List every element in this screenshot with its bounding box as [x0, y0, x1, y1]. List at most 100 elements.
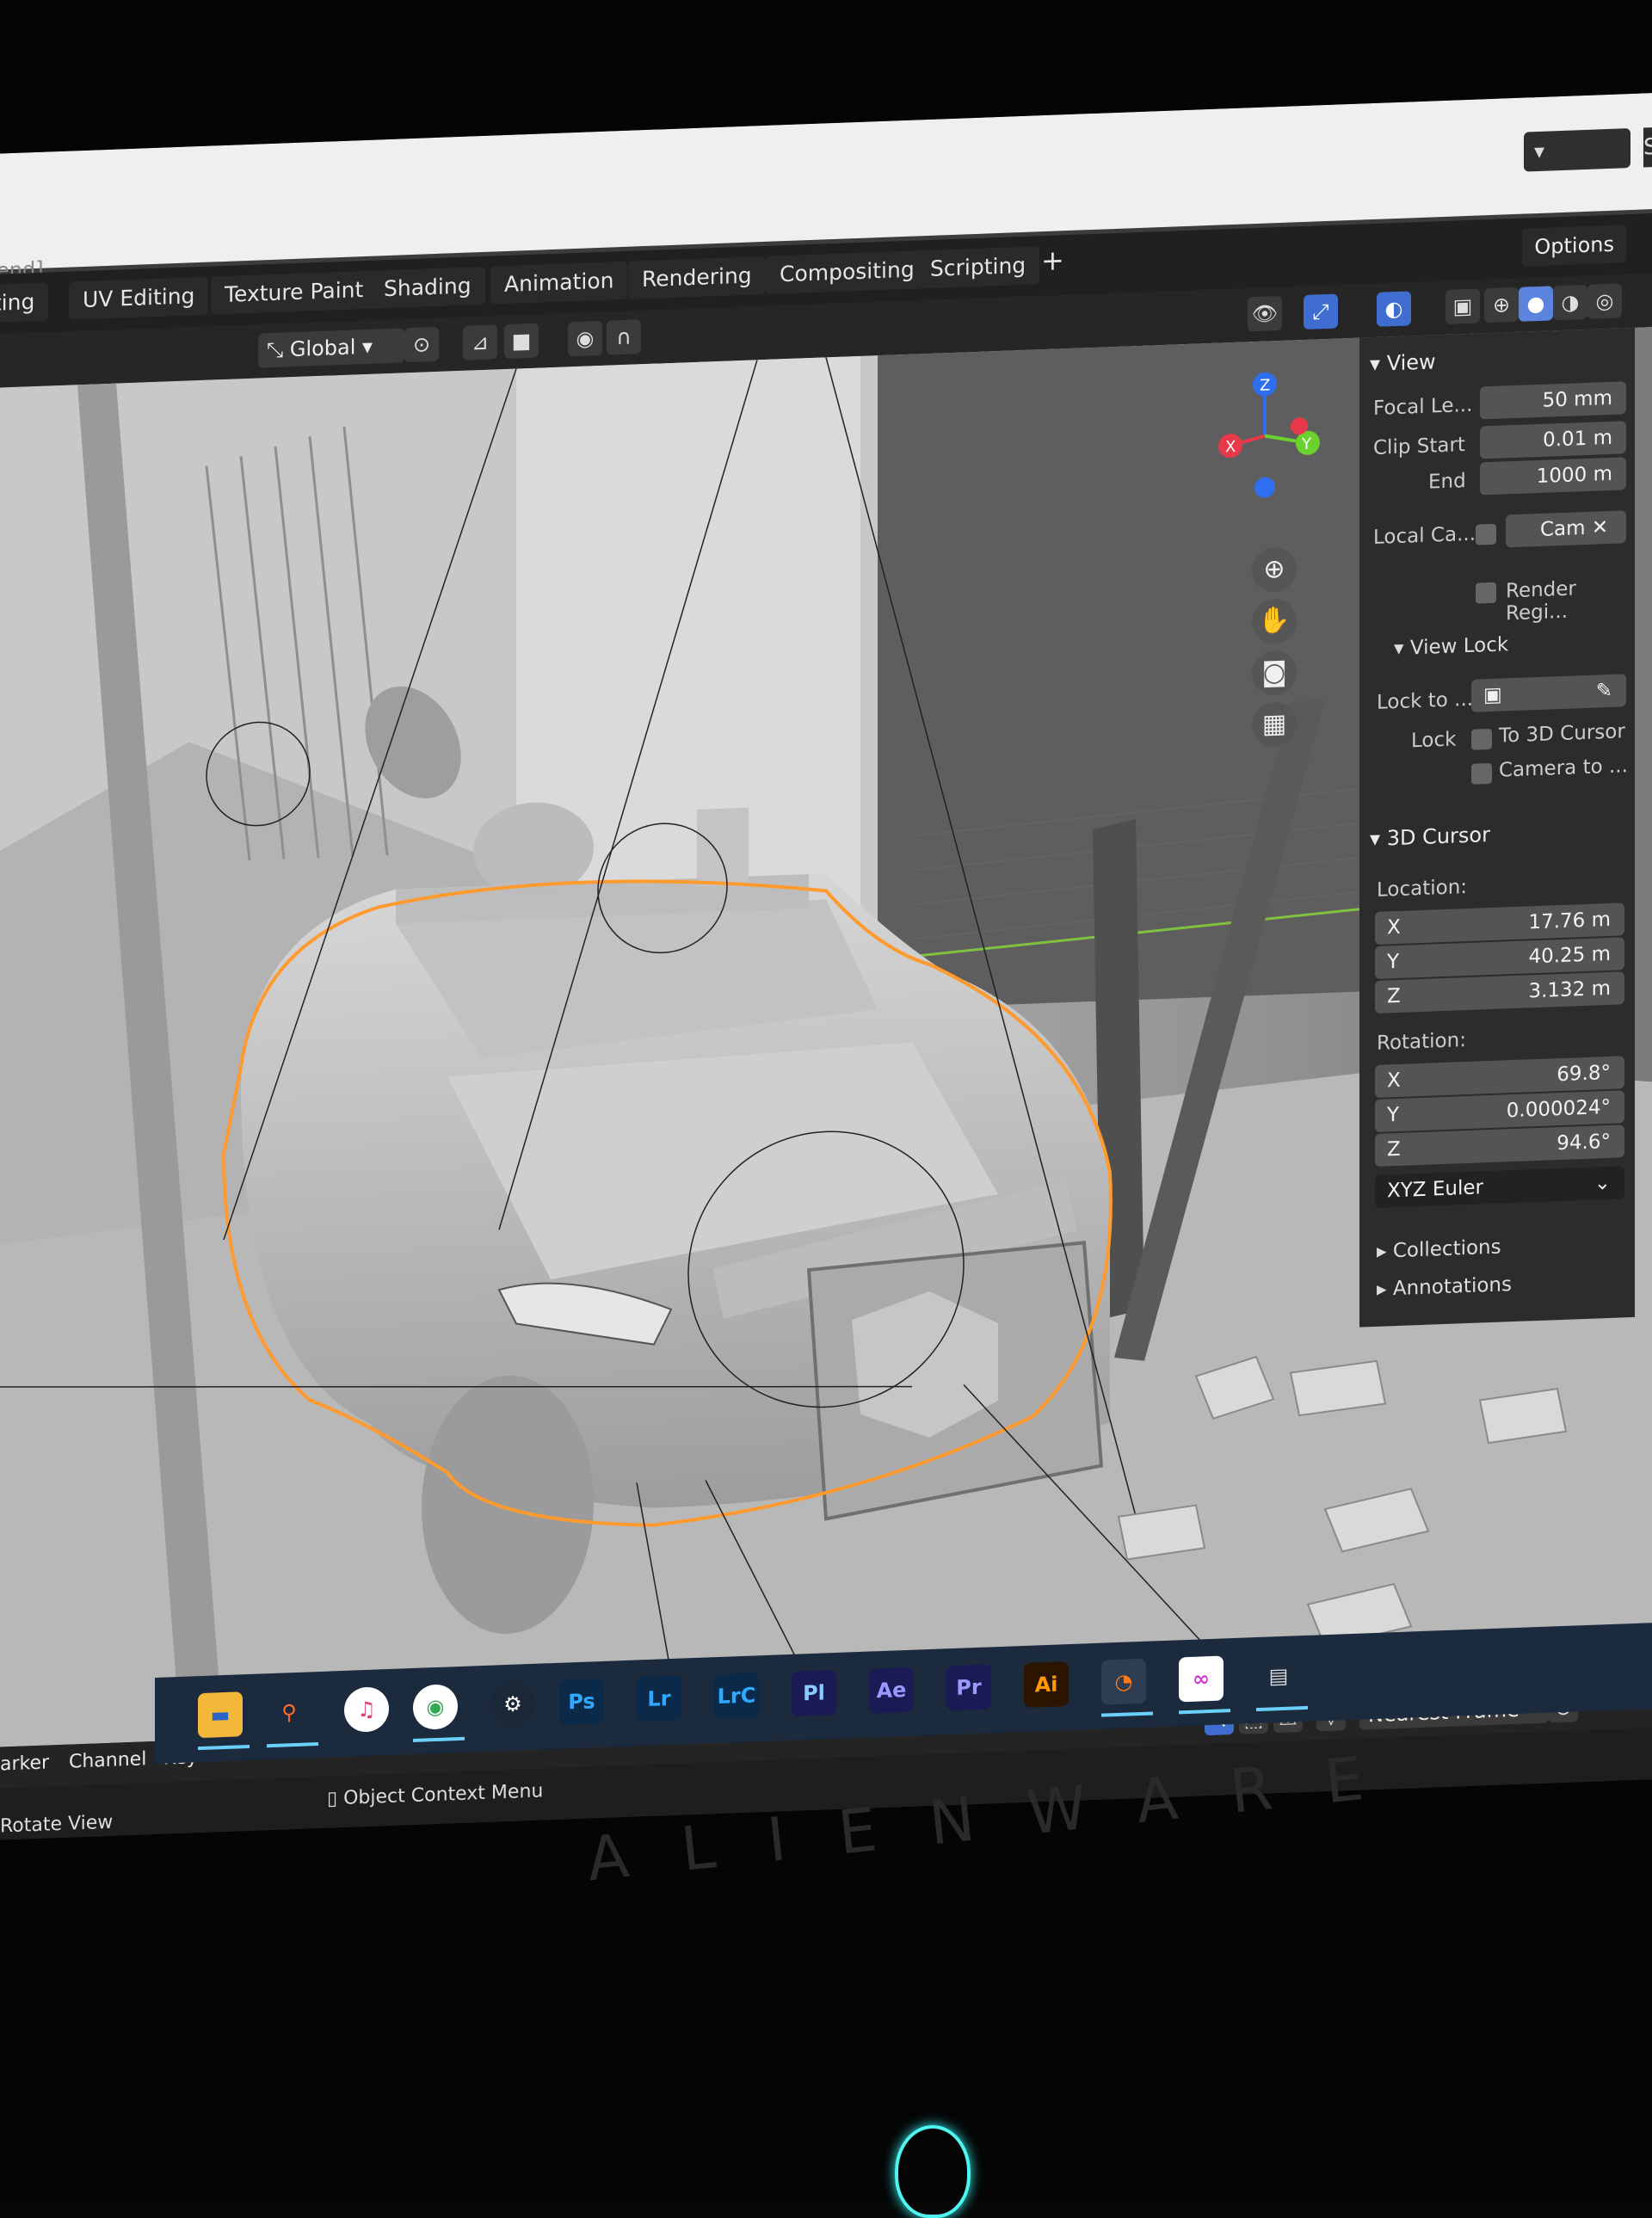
- context-menu-hint: ▯ Object Context Menu: [327, 1780, 543, 1809]
- monitor: end] ▾ Sc pting UV Editing Texture Paint…: [0, 0, 1652, 2218]
- loc-z-value: 3.132 m: [1528, 977, 1611, 1003]
- render-region-label: Render Regi...: [1506, 577, 1576, 625]
- clip-start-label: Clip Start: [1373, 434, 1465, 460]
- proportional-edit-icon[interactable]: ◉: [568, 320, 602, 357]
- falloff-icon[interactable]: ∩: [607, 319, 641, 355]
- chevron-down-icon: ⌄: [1593, 1171, 1611, 1195]
- search-icon[interactable]: ⚲: [267, 1689, 311, 1735]
- illustrator-icon[interactable]: Ai: [1024, 1661, 1069, 1708]
- add-workspace-button[interactable]: +: [1041, 243, 1064, 277]
- svg-text:X: X: [1225, 438, 1236, 456]
- file-explorer-icon[interactable]: ▬: [198, 1691, 243, 1739]
- svg-text:Z: Z: [1260, 376, 1270, 394]
- view-lock-header[interactable]: ▾ View Lock: [1394, 633, 1508, 660]
- view-panel-title: View: [1386, 349, 1436, 376]
- after-effects-icon[interactable]: Ae: [869, 1667, 914, 1714]
- render-region-checkbox[interactable]: [1476, 582, 1496, 604]
- alien-logo-icon: [895, 2125, 971, 2218]
- marker-menu[interactable]: arker: [0, 1752, 49, 1775]
- rotation-mode-value: XYZ Euler: [1387, 1176, 1483, 1203]
- annotations-panel-header[interactable]: ▸ Annotations: [1377, 1273, 1512, 1301]
- 3d-cursor-title: 3D Cursor: [1386, 823, 1490, 851]
- loc-z-label: Z: [1387, 984, 1401, 1008]
- lock-to-object-field[interactable]: ▣ ✎: [1471, 674, 1626, 712]
- tab-compositing[interactable]: Compositing: [766, 250, 928, 294]
- running-indicator: [198, 1744, 250, 1751]
- material-shading-icon[interactable]: ◑: [1553, 284, 1587, 321]
- scene-name[interactable]: Sc: [1643, 126, 1652, 168]
- view-lock-title: View Lock: [1409, 633, 1509, 660]
- tab-texture-paint[interactable]: Texture Paint: [211, 270, 378, 315]
- prelude-icon[interactable]: Pl: [792, 1669, 836, 1716]
- tab-uv-editing[interactable]: UV Editing: [69, 276, 209, 320]
- tab-rendering[interactable]: Rendering: [628, 256, 766, 299]
- loc-y-label: Y: [1387, 950, 1400, 974]
- xray-toggle-icon[interactable]: ▣: [1446, 288, 1480, 324]
- transform-orientation-dropdown[interactable]: ⤡ Global ▾: [258, 328, 404, 368]
- pivot-point-icon[interactable]: ⊙: [404, 326, 439, 363]
- running-indicator: [1256, 1705, 1308, 1712]
- creative-cloud-icon[interactable]: ∞: [1179, 1655, 1224, 1703]
- premiere-icon[interactable]: Pr: [946, 1664, 991, 1711]
- options-button[interactable]: Options: [1522, 225, 1626, 267]
- loc-y-value: 40.25 m: [1528, 942, 1611, 969]
- visibility-icon[interactable]: 👁: [1248, 295, 1282, 332]
- clip-end-label: End: [1428, 470, 1466, 494]
- itunes-icon[interactable]: ♫: [344, 1686, 389, 1733]
- local-camera-checkbox[interactable]: [1476, 523, 1496, 545]
- tab-scripting-partial[interactable]: pting: [0, 282, 49, 323]
- focal-length-field[interactable]: 50 mm: [1480, 381, 1626, 420]
- rot-x-label: X: [1387, 1069, 1401, 1093]
- desktop-app-icon[interactable]: ▤: [1256, 1653, 1301, 1699]
- snap-icon[interactable]: ⊿: [463, 324, 497, 360]
- scene-selector[interactable]: ▾: [1524, 128, 1630, 172]
- context-menu-label: Object Context Menu: [343, 1780, 544, 1809]
- gizmo-toggle-icon[interactable]: ⤢: [1304, 293, 1338, 330]
- lock-to-3d-cursor-checkbox[interactable]: [1471, 728, 1492, 750]
- rotation-mode-dropdown[interactable]: XYZ Euler ⌄: [1375, 1166, 1624, 1208]
- running-indicator: [1101, 1711, 1153, 1717]
- collections-label: Collections: [1392, 1235, 1501, 1263]
- chrome-icon[interactable]: ◉: [413, 1684, 458, 1730]
- cursor-location-z-field[interactable]: Z 3.132 m: [1375, 971, 1624, 1014]
- view-panel-header[interactable]: ▾ View: [1370, 342, 1436, 384]
- rot-y-label: Y: [1387, 1103, 1400, 1127]
- rot-z-value: 94.6°: [1556, 1130, 1611, 1155]
- camera-to-view-checkbox[interactable]: [1471, 762, 1492, 785]
- collections-panel-header[interactable]: ▸ Collections: [1377, 1236, 1501, 1263]
- tab-scripting[interactable]: Scripting: [916, 246, 1040, 289]
- local-camera-field[interactable]: Cam ✕: [1506, 510, 1626, 548]
- navigation-gizmo[interactable]: Z Y X: [1205, 355, 1342, 507]
- camera-to-view-label: Camera to ...: [1499, 755, 1628, 782]
- annotations-label: Annotations: [1392, 1273, 1512, 1301]
- rot-z-label: Z: [1387, 1137, 1401, 1161]
- tab-animation[interactable]: Animation: [490, 261, 628, 305]
- rotate-view-hint: Rotate View: [0, 1811, 114, 1838]
- rot-y-value: 0.000024°: [1506, 1095, 1611, 1123]
- photoshop-icon[interactable]: Ps: [559, 1678, 604, 1725]
- mouse-icon: ▯: [327, 1787, 344, 1810]
- blender-icon[interactable]: ◔: [1101, 1658, 1146, 1705]
- lightroom-classic-icon[interactable]: LrC: [714, 1673, 759, 1720]
- clip-end-field[interactable]: 1000 m: [1480, 457, 1626, 496]
- solid-shading-icon[interactable]: ●: [1519, 286, 1553, 322]
- rendered-shading-icon[interactable]: ◎: [1587, 283, 1622, 319]
- running-indicator: [413, 1736, 465, 1742]
- lightroom-icon[interactable]: Lr: [637, 1675, 681, 1722]
- tab-shading[interactable]: Shading: [370, 266, 485, 309]
- focal-length-label: Focal Le...: [1373, 393, 1473, 421]
- clip-start-field[interactable]: 0.01 m: [1480, 421, 1626, 459]
- channel-menu[interactable]: Channel: [69, 1748, 146, 1772]
- steam-icon[interactable]: ⚙: [490, 1680, 535, 1728]
- loc-x-value: 17.76 m: [1528, 908, 1611, 934]
- eyedropper-icon[interactable]: ✎: [1596, 675, 1612, 708]
- wireframe-shading-icon[interactable]: ⊕: [1484, 286, 1519, 323]
- rot-x-value: 69.8°: [1556, 1061, 1611, 1087]
- 3d-cursor-panel-header[interactable]: ▾ 3D Cursor: [1370, 815, 1490, 859]
- snap-target-icon[interactable]: ■: [504, 323, 539, 360]
- cursor-rotation-label: Rotation:: [1377, 1029, 1466, 1055]
- overlay-toggle-icon[interactable]: ◐: [1377, 291, 1411, 327]
- loc-x-label: X: [1387, 915, 1401, 940]
- cursor-rotation-z-field[interactable]: Z 94.6°: [1375, 1124, 1624, 1167]
- running-indicator: [267, 1742, 318, 1748]
